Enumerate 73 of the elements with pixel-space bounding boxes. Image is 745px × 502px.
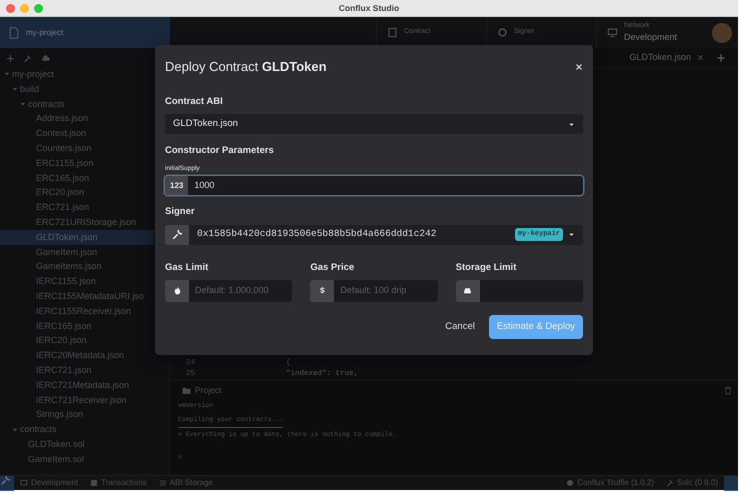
contract-icon bbox=[387, 27, 398, 38]
fire-icon bbox=[172, 286, 182, 296]
solc-icon bbox=[666, 479, 674, 487]
gas-input[interactable] bbox=[456, 280, 583, 302]
window-title: Conflux Studio bbox=[338, 2, 400, 14]
tree-item[interactable]: ERC1155.json bbox=[0, 156, 154, 171]
tree-item[interactable]: Counters.json bbox=[0, 140, 154, 156]
hammer-icon[interactable] bbox=[23, 54, 32, 63]
caret-icon[interactable] bbox=[12, 426, 18, 433]
key-icon bbox=[172, 230, 182, 240]
tree-item[interactable]: ERC165.json bbox=[0, 170, 154, 186]
tree-item[interactable]: IERC20.json bbox=[0, 333, 154, 348]
tree-item[interactable]: IERC165.json bbox=[0, 318, 154, 334]
cloud-icon[interactable] bbox=[40, 54, 51, 63]
tree-item[interactable]: IERC721Metadata.json bbox=[0, 378, 154, 393]
tree-item[interactable]: my-project bbox=[0, 67, 154, 82]
terminal-tab[interactable]: Project bbox=[182, 384, 222, 396]
field-label: Contract ABI bbox=[165, 95, 224, 109]
contract-abi-select[interactable]: GLDToken.json bbox=[165, 114, 583, 134]
plus-icon[interactable] bbox=[716, 52, 726, 62]
signer-icon bbox=[497, 27, 508, 38]
transactions-icon bbox=[90, 479, 98, 487]
field-label: Gas Price bbox=[310, 260, 356, 274]
tree-item[interactable]: IERC1155.json bbox=[0, 274, 154, 289]
modal-title: Deploy Contract GLDToken bbox=[165, 58, 327, 76]
tree-item[interactable]: Address.json bbox=[0, 111, 154, 126]
tree-item[interactable]: contracts bbox=[0, 422, 154, 437]
tree-item[interactable]: contracts bbox=[0, 96, 154, 112]
caret-icon[interactable] bbox=[12, 86, 18, 92]
tree-item[interactable]: IERC1155Receiver.json bbox=[0, 304, 154, 319]
project-selector[interactable]: my-project bbox=[0, 17, 170, 48]
tree-item[interactable]: GameItem.sol bbox=[0, 452, 154, 467]
tree-item[interactable]: Strings.json bbox=[0, 407, 154, 422]
trash-icon[interactable] bbox=[724, 386, 732, 394]
editor-tab[interactable]: GLDToken.json bbox=[623, 50, 710, 64]
deploy-button[interactable]: Estimate & Deploy bbox=[488, 314, 583, 339]
tree-item[interactable]: GLDToken.json bbox=[0, 230, 154, 245]
avatar[interactable] bbox=[712, 22, 732, 42]
list-icon bbox=[158, 479, 167, 487]
tree-item[interactable]: Context.json bbox=[0, 126, 154, 141]
cancel-button[interactable]: Cancel bbox=[441, 316, 479, 338]
field-label: Constructor Parameters bbox=[165, 144, 275, 158]
field-label: Signer bbox=[165, 205, 196, 220]
caret-icon[interactable] bbox=[20, 100, 26, 107]
tree-item[interactable]: IERC721.json bbox=[0, 362, 154, 378]
network-icon bbox=[607, 27, 618, 38]
tree-item[interactable]: IERC721Receiver.json bbox=[0, 392, 154, 408]
minimize-light[interactable] bbox=[20, 4, 29, 13]
zoom-light[interactable] bbox=[34, 4, 43, 13]
tree-item[interactable]: GameItems.json bbox=[0, 259, 154, 274]
tree-item[interactable]: GameItem.json bbox=[0, 244, 154, 260]
tree-item[interactable]: GLDToken.sol bbox=[0, 436, 154, 452]
truffle-icon bbox=[566, 479, 574, 487]
close-light[interactable] bbox=[6, 4, 15, 13]
terminal-toggle-button[interactable] bbox=[724, 476, 738, 490]
caret-icon[interactable] bbox=[4, 71, 10, 78]
field-label: Gas Limit bbox=[165, 260, 210, 274]
terminal-button[interactable] bbox=[0, 476, 14, 490]
tree-item[interactable]: IERC1155MetadataURI.jso bbox=[0, 288, 154, 304]
key-icon bbox=[0, 476, 10, 486]
tree-item[interactable]: ERC721URIStorage.json bbox=[0, 214, 154, 230]
tree-item[interactable]: IERC20Metadata.json bbox=[0, 348, 154, 363]
tree-item[interactable]: ERC721.json bbox=[0, 200, 154, 215]
plus-icon[interactable] bbox=[6, 54, 15, 63]
field-label: Storage Limit bbox=[456, 260, 518, 274]
folder-icon bbox=[182, 386, 191, 394]
caret-icon bbox=[568, 120, 575, 128]
tree-item[interactable]: ERC20.json bbox=[0, 185, 154, 200]
network-icon bbox=[20, 479, 28, 487]
file-icon bbox=[8, 26, 20, 38]
caret-icon bbox=[568, 231, 575, 238]
drive-icon bbox=[463, 286, 472, 296]
tree-item[interactable]: build bbox=[0, 82, 154, 97]
